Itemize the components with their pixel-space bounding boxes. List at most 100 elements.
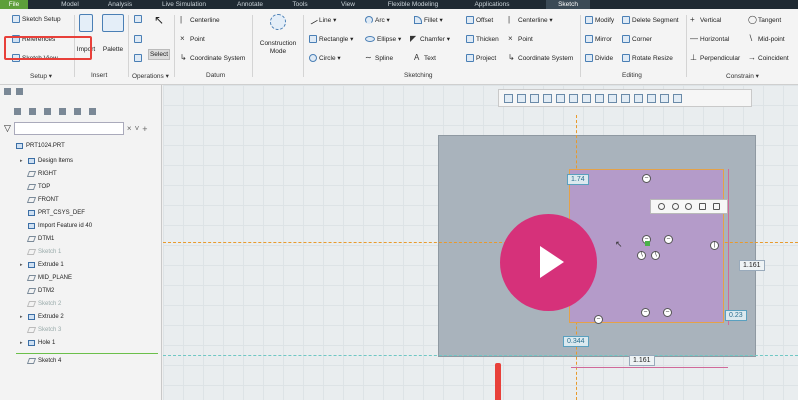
dimension-left-bottom[interactable]: 0.344 <box>563 336 589 347</box>
refit-icon[interactable] <box>504 93 513 103</box>
insert-here-marker[interactable] <box>16 353 158 354</box>
constraint-symbol[interactable]: ∖ <box>651 251 660 260</box>
copy-icon[interactable] <box>134 34 142 44</box>
thicken-button[interactable]: Thicken <box>466 34 499 44</box>
spline-button[interactable]: ∼ Spline <box>365 53 393 63</box>
rectangle-button[interactable]: Rectangle ▾ <box>309 34 353 44</box>
show-icon[interactable] <box>14 108 21 115</box>
tree-node[interactable]: ▸ Hole 1 <box>20 340 55 346</box>
tree-node[interactable]: Sketch 3 <box>26 327 61 333</box>
arc-button[interactable]: Arc ▾ <box>365 15 390 25</box>
line-button[interactable]: Line ▾ <box>308 15 336 25</box>
expand-icon[interactable] <box>74 108 81 115</box>
clear-icon[interactable]: × <box>127 124 132 133</box>
tree-node[interactable]: Sketch 2 <box>26 301 61 307</box>
perpendicular-constraint-button[interactable]: ⊥ Perpendicular <box>690 53 740 63</box>
dimension-right-small[interactable]: 0.23 <box>725 310 747 321</box>
rotate-resize-button[interactable]: Rotate Resize <box>622 53 673 63</box>
project-button[interactable]: Project <box>466 53 496 63</box>
modify-button[interactable]: Modify <box>585 15 614 25</box>
sketch-coordinate-system-button[interactable]: ↳ Coordinate System <box>508 53 573 63</box>
model-tree-tab-icon[interactable] <box>4 88 11 95</box>
datum-coordinate-system-button[interactable]: ↳ Coordinate System <box>180 53 245 63</box>
dimension-right[interactable]: 1.161 <box>739 260 765 271</box>
transform-icon[interactable] <box>671 203 679 210</box>
replace-icon[interactable] <box>712 203 720 210</box>
circle-button[interactable]: Circle ▾ <box>309 53 341 63</box>
sketch-setup-button[interactable]: Sketch Setup <box>12 14 61 24</box>
folder-tab-icon[interactable] <box>16 88 23 95</box>
delete-segment-button[interactable]: Delete Segment <box>622 15 679 25</box>
constrain-group-label[interactable]: Constrain ▾ <box>726 72 759 80</box>
sketcher-display-icon[interactable] <box>660 93 669 103</box>
zoom-out-icon[interactable] <box>530 93 539 103</box>
add-icon[interactable]: + <box>142 124 147 134</box>
mirror-icon[interactable] <box>685 203 693 210</box>
tree-node[interactable]: DTM2 <box>26 288 54 294</box>
text-button[interactable]: A Text <box>414 53 436 63</box>
datum-point-button[interactable]: × Point <box>180 34 205 44</box>
tree-node[interactable]: ▸ Extrude 2 <box>20 314 64 320</box>
repaint-icon[interactable] <box>543 93 552 103</box>
tab-flexible-modeling[interactable]: Flexible Modeling <box>378 0 448 9</box>
tree-node[interactable]: Sketch 4 <box>26 358 61 364</box>
constraint-symbol[interactable]: ∖ <box>637 251 646 260</box>
palette-button[interactable]: Palette <box>100 14 126 53</box>
corner-button[interactable]: Corner <box>622 34 652 44</box>
tree-node[interactable]: ▸ Extrude 1 <box>20 262 64 268</box>
coincident-constraint-button[interactable]: → Coincident <box>748 53 789 63</box>
mid-point-constraint-button[interactable]: ∖ Mid-point <box>748 34 785 44</box>
dimension-top[interactable]: 1.74 <box>567 174 589 185</box>
constraints-display-icon[interactable] <box>673 93 682 103</box>
dimension-bottom[interactable]: 1.161 <box>629 355 655 366</box>
tree-node[interactable]: PRT1024.PRT <box>16 143 65 149</box>
tab-view[interactable]: View <box>330 0 366 9</box>
mirror-button[interactable]: Mirror <box>585 34 612 44</box>
zoom-in-icon[interactable] <box>517 93 526 103</box>
sketch-centerline-button[interactable]: | Centerline ▾ <box>508 15 553 25</box>
display-style-icon[interactable] <box>582 93 591 103</box>
tab-sketch[interactable]: Sketch <box>546 0 590 9</box>
tree-node[interactable]: Import Feature id 40 <box>28 223 92 229</box>
spin-center-icon[interactable] <box>621 93 630 103</box>
settings-icon[interactable] <box>44 108 51 115</box>
constraint-symbol[interactable]: | <box>710 241 719 250</box>
columns-icon[interactable] <box>29 108 36 115</box>
tree-node[interactable]: MID_PLANE <box>26 275 72 281</box>
collapse-icon[interactable] <box>89 108 96 115</box>
constraint-symbol[interactable]: – <box>642 174 651 183</box>
tree-node[interactable]: PRT_CSYS_DEF <box>28 210 85 216</box>
tab-annotate[interactable]: Annotate <box>228 0 272 9</box>
tab-file[interactable]: File <box>0 0 28 9</box>
lock-icon[interactable] <box>699 203 707 210</box>
saved-views-icon[interactable] <box>569 93 578 103</box>
datum-display-icon[interactable] <box>595 93 604 103</box>
offset-button[interactable]: Offset <box>466 15 493 25</box>
vertical-constraint-button[interactable]: + Vertical <box>690 15 721 25</box>
video-play-button[interactable] <box>500 214 597 311</box>
orient-icon[interactable] <box>556 93 565 103</box>
select-button[interactable]: ↖ Select <box>148 13 170 60</box>
operations-group-label[interactable]: Operations ▾ <box>132 72 169 80</box>
graphics-viewport[interactable]: 1.74 1.161 1.161 0.344 0.23 – – – | ∖ ∖ … <box>163 85 798 400</box>
tree-node[interactable]: FRONT <box>26 197 59 203</box>
paste-icon[interactable] <box>134 53 142 63</box>
divide-button[interactable]: Divide <box>585 53 613 63</box>
chamfer-button[interactable]: ◤ Chamfer ▾ <box>410 34 450 44</box>
tangent-constraint-button[interactable]: ◯ Tangent <box>748 15 781 25</box>
construction-mode-button[interactable]: Construction Mode <box>256 14 300 56</box>
tree-node[interactable]: Sketch 1 <box>26 249 61 255</box>
datum-centerline-button[interactable]: | Centerline <box>180 15 220 25</box>
tree-search-input[interactable] <box>13 122 124 135</box>
constraint-symbol[interactable]: – <box>664 235 673 244</box>
tab-applications[interactable]: Applications <box>462 0 522 9</box>
tree-node[interactable]: RIGHT <box>26 171 57 177</box>
tab-analysis[interactable]: Analysis <box>98 0 142 9</box>
fillet-button[interactable]: Fillet ▾ <box>414 15 443 25</box>
tab-model[interactable]: Model <box>52 0 88 9</box>
horizontal-constraint-button[interactable]: — Horizontal <box>690 34 729 44</box>
sketch-view-icon[interactable] <box>647 93 656 103</box>
annotation-display-icon[interactable] <box>608 93 617 103</box>
rotate-icon[interactable] <box>658 203 666 210</box>
center-point[interactable] <box>645 241 650 246</box>
